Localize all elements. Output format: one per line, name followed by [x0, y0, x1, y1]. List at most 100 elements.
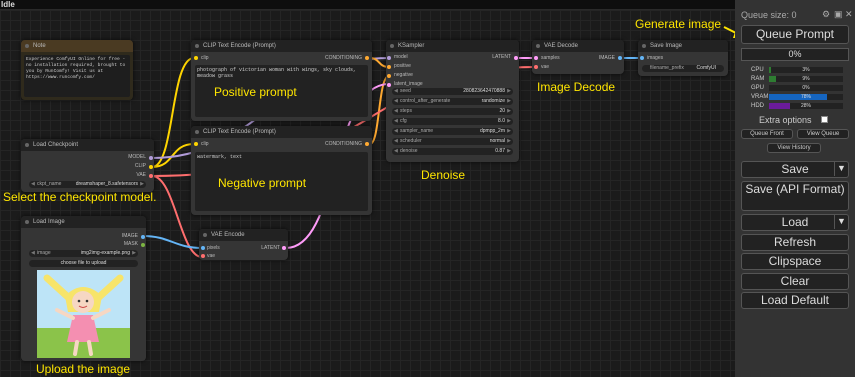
clip-input-dot[interactable] — [194, 56, 198, 60]
resource-value: 28% — [800, 103, 811, 109]
image-output-dot[interactable] — [618, 56, 622, 60]
ksampler-widget-sampler-name[interactable]: ◀ sampler_name dpmpp_2m ▶ — [392, 128, 513, 135]
chevron-down-icon[interactable]: ▼ — [834, 161, 848, 176]
annotation-select-checkpoint: Select the checkpoint model. — [3, 190, 157, 204]
positive-input-dot[interactable] — [387, 65, 391, 69]
clip-output-dot[interactable] — [149, 165, 153, 169]
clipspace-button[interactable]: Clipspace — [741, 253, 849, 270]
negative-input-dot[interactable] — [387, 74, 391, 78]
ksampler-widget-cfg[interactable]: ◀ cfg 8.0 ▶ — [392, 118, 513, 125]
upload-button[interactable]: choose file to upload — [29, 260, 138, 267]
arrow-right-icon[interactable]: ▶ — [507, 138, 511, 145]
image-output-dot[interactable] — [141, 235, 145, 239]
extra-options-checkbox[interactable] — [821, 116, 828, 123]
load-button[interactable]: Load ▼ — [741, 214, 849, 231]
arrow-right-icon[interactable]: ▶ — [507, 108, 511, 115]
samples-input-dot[interactable] — [534, 56, 538, 60]
ksampler-widget-seed[interactable]: ◀ seed 280823642470888 ▶ — [392, 88, 513, 95]
pixels-input-label: pixels — [207, 245, 220, 251]
load-checkpoint-node[interactable]: Load Checkpoint MODEL CLIP VAE ◀ ckpt_na… — [21, 139, 154, 192]
status-text: Idle — [1, 0, 15, 9]
arrow-left-icon[interactable]: ◀ — [394, 98, 398, 105]
load-label: Load — [781, 215, 809, 229]
view-queue-button[interactable]: View Queue — [797, 129, 849, 139]
widget-value: randomize — [481, 98, 505, 104]
widget-value: dpmpp_2m — [479, 128, 505, 134]
clip-text-encode-positive-node[interactable]: CLIP Text Encode (Prompt) clip CONDITION… — [191, 40, 372, 121]
load-image-node[interactable]: Load Image IMAGE MASK ◀ image img2img-ex… — [21, 216, 146, 361]
arrow-right-icon[interactable]: ▶ — [507, 118, 511, 125]
model-input-dot[interactable] — [387, 56, 391, 60]
view-history-button[interactable]: View History — [767, 143, 821, 153]
ksampler-widget-steps[interactable]: ◀ steps 20 ▶ — [392, 108, 513, 115]
widget-value: 8.0 — [498, 118, 505, 124]
vae-input-dot[interactable] — [201, 254, 205, 258]
arrow-right-icon[interactable]: ▶ — [507, 88, 511, 95]
note-text[interactable]: Experience ComfyUI Online for free - no … — [24, 55, 130, 97]
ckpt-name-label: ckpt_name — [37, 181, 62, 187]
resource-bar-vram: 78% — [769, 94, 843, 100]
queue-prompt-button[interactable]: Queue Prompt — [741, 25, 849, 44]
mask-output-dot[interactable] — [141, 243, 145, 247]
load-default-button[interactable]: Load Default — [741, 292, 849, 309]
conditioning-output-dot[interactable] — [365, 56, 369, 60]
vae-output-dot[interactable] — [149, 174, 153, 178]
save-image-node[interactable]: Save Image images filename_prefix ComfyU… — [638, 40, 728, 76]
chevron-down-icon[interactable]: ▼ — [834, 214, 848, 229]
latent-image-input-dot[interactable] — [387, 83, 391, 87]
image-icon[interactable]: ▣ — [834, 9, 843, 20]
arrow-right-icon[interactable]: ▶ — [507, 128, 511, 135]
image-select-label: image — [37, 250, 51, 256]
latent-output-dot[interactable] — [282, 246, 286, 250]
model-output-dot[interactable] — [149, 156, 153, 160]
model-output-label: MODEL — [128, 154, 146, 160]
ksampler-node[interactable]: KSampler model positive negative latent_… — [386, 40, 519, 162]
arrow-right-icon[interactable]: ▶ — [507, 148, 511, 155]
preview-image — [37, 270, 130, 358]
filename-prefix-widget[interactable]: filename_prefix ComfyUI — [642, 65, 724, 72]
ksampler-widget-scheduler[interactable]: ◀ scheduler normal ▶ — [392, 138, 513, 145]
arrow-right-icon[interactable]: ▶ — [140, 181, 144, 188]
progress-bar: 0% — [741, 48, 849, 61]
close-icon[interactable]: ✕ — [845, 9, 853, 20]
arrow-left-icon[interactable]: ◀ — [394, 128, 398, 135]
latent-output-dot[interactable] — [514, 56, 518, 60]
save-button[interactable]: Save ▼ — [741, 161, 849, 178]
arrow-left-icon[interactable]: ◀ — [31, 250, 35, 257]
arrow-right-icon[interactable]: ▶ — [507, 98, 511, 105]
annotation-image-decode: Image Decode — [537, 80, 616, 94]
annotation-positive-prompt: Positive prompt — [214, 85, 297, 99]
resource-label-ram: RAM — [751, 76, 765, 82]
negative-input-label: negative — [394, 72, 413, 78]
vae-encode-node[interactable]: VAE Encode pixels vae LATENT — [199, 229, 288, 260]
note-node[interactable]: Note Experience ComfyUI Online for free … — [21, 40, 133, 100]
clear-button[interactable]: Clear — [741, 273, 849, 290]
images-input-dot[interactable] — [640, 56, 644, 60]
arrow-right-icon[interactable]: ▶ — [132, 250, 136, 257]
conditioning-output-dot[interactable] — [365, 142, 369, 146]
ksampler-widget-control-after-generate[interactable]: ◀ control_after_generate randomize ▶ — [392, 98, 513, 105]
clip-input-dot[interactable] — [194, 142, 198, 146]
vae-decode-node[interactable]: VAE Decode samples vae IMAGE — [532, 40, 624, 74]
arrow-left-icon[interactable]: ◀ — [394, 118, 398, 125]
mask-output-label: MASK — [123, 241, 138, 247]
clip-positive-title: CLIP Text Encode (Prompt) — [191, 40, 372, 52]
save-api-format-button[interactable]: Save (API Format) — [741, 181, 849, 211]
arrow-left-icon[interactable]: ◀ — [394, 108, 398, 115]
arrow-left-icon[interactable]: ◀ — [394, 138, 398, 145]
queue-front-button[interactable]: Queue Front — [741, 129, 793, 139]
arrow-left-icon[interactable]: ◀ — [394, 148, 398, 155]
arrow-left-icon[interactable]: ◀ — [394, 88, 398, 95]
resource-value: 3% — [802, 67, 810, 73]
image-select-widget[interactable]: ◀ image img2img-example.png ▶ — [29, 250, 138, 257]
clip-input-label: clip — [201, 141, 209, 147]
pixels-input-dot[interactable] — [201, 246, 205, 250]
ksampler-widget-denoise[interactable]: ◀ denoise 0.87 ▶ — [392, 148, 513, 155]
refresh-button[interactable]: Refresh — [741, 234, 849, 251]
ckpt-name-widget[interactable]: ◀ ckpt_name dreamshaper_8.safetensors ▶ — [29, 181, 146, 188]
arrow-left-icon[interactable]: ◀ — [31, 181, 35, 188]
queue-size-label: Queue size: 0 — [741, 10, 797, 20]
gear-icon[interactable]: ⚙ — [822, 9, 830, 20]
vae-input-dot[interactable] — [534, 65, 538, 69]
clip-text-encode-negative-node[interactable]: CLIP Text Encode (Prompt) clip CONDITION… — [191, 126, 372, 215]
